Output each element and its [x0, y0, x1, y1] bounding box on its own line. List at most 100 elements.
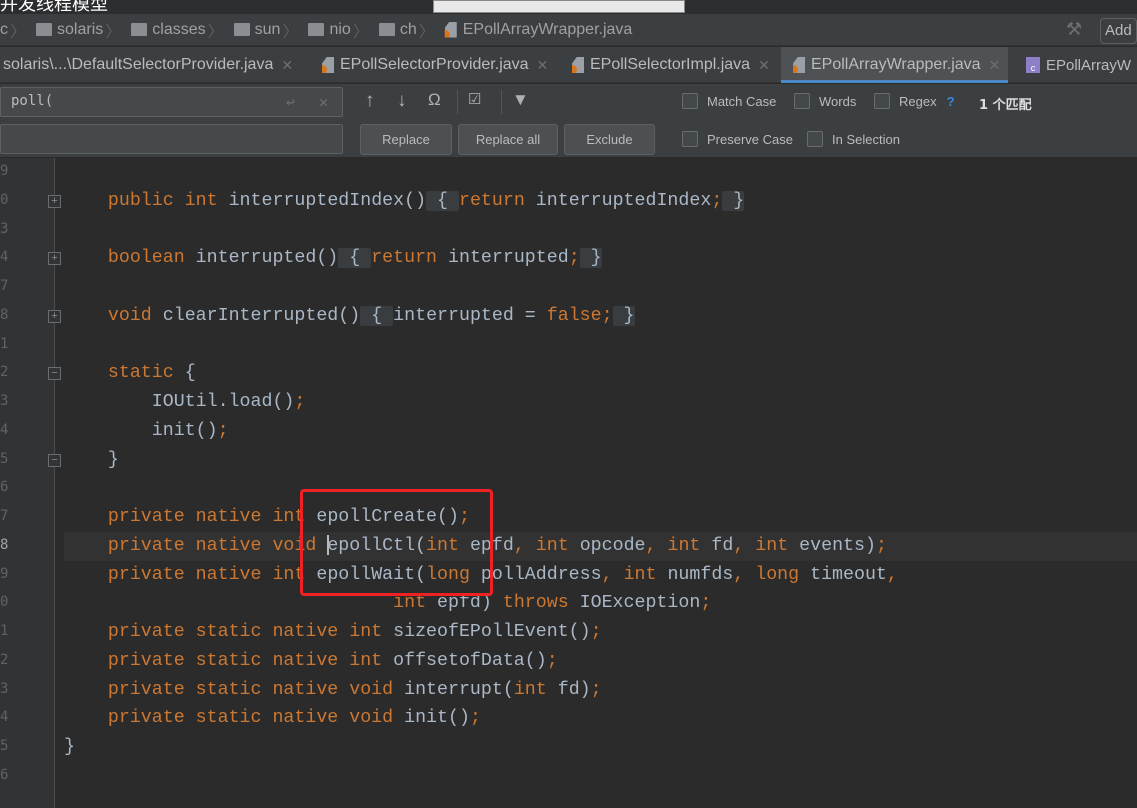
replace-button[interactable]: Replace — [360, 124, 452, 155]
fold-expand-icon[interactable]: + — [48, 309, 61, 323]
code-line[interactable]: init(); — [64, 417, 1137, 446]
exclude-button[interactable]: Exclude — [564, 124, 655, 155]
line-number: 9 — [0, 565, 9, 582]
line-number: 3 — [0, 220, 9, 237]
code-line[interactable]: void clearInterrupted() { interrupted = … — [64, 302, 1137, 331]
line-number: 5 — [0, 738, 9, 754]
overlay-title: 并发线程模型 — [0, 0, 108, 14]
previous-occurrence-icon[interactable]: ↑ — [365, 90, 375, 112]
close-icon[interactable]: ✕ — [281, 57, 293, 74]
fold-expand-icon[interactable]: + — [48, 194, 61, 208]
code-editor[interactable]: 9 0 3 4 7 8 1 2 3 4 5 6 7 8 9 0 1 2 3 4 5 6 public int interr… — [0, 158, 1137, 808]
code-line[interactable] — [64, 331, 1137, 360]
code-token: private native int — [107, 507, 317, 527]
breadcrumb-item[interactable]: c 〉 — [0, 18, 28, 42]
code-token: } — [579, 248, 602, 269]
code-token: ; — [875, 535, 887, 556]
regex-help-icon[interactable]: ? — [947, 94, 955, 109]
code-line[interactable]: private native int epollWait(long pollAd… — [64, 561, 1137, 590]
code-line[interactable]: public int interruptedIndex() { return i… — [64, 187, 1137, 216]
fold-collapse-icon[interactable]: − — [48, 367, 61, 381]
close-icon[interactable]: ✕ — [537, 57, 549, 74]
code-token: boolean — [107, 248, 196, 269]
highlight-box — [300, 489, 493, 596]
search-input[interactable]: poll( ↩ ✕ — [0, 87, 343, 117]
filter-checklist-icon[interactable]: ☑ — [468, 90, 481, 108]
tab-epoll-array-wrapper-class[interactable]: c EPollArrayW — [1026, 47, 1131, 83]
add-configuration-button[interactable]: Add — [1100, 18, 1137, 44]
line-number: 5 — [0, 450, 9, 467]
breadcrumb-item[interactable]: classes 〉 — [127, 18, 225, 42]
code-token: events) — [799, 535, 876, 556]
code-line[interactable] — [64, 762, 1137, 791]
close-icon[interactable]: ✕ — [989, 57, 1001, 74]
code-token: , — [733, 535, 756, 556]
close-icon[interactable]: ✕ — [758, 57, 770, 74]
words-checkbox[interactable]: Words — [794, 93, 856, 109]
in-selection-checkbox[interactable]: In Selection — [807, 131, 900, 147]
code-line[interactable]: private native int epollCreate(); — [64, 503, 1137, 532]
breadcrumb: c 〉 solaris 〉 classes 〉 sun 〉 nio 〉 ch 〉 EPoll… — [0, 14, 1137, 46]
code-token: throws — [502, 593, 580, 614]
breadcrumb-item[interactable]: ch 〉 — [375, 18, 437, 42]
clear-icon[interactable]: ✕ — [319, 93, 328, 111]
code-line[interactable]: IOUtil.load(); — [64, 388, 1137, 417]
code-line[interactable]: private static native int offsetofData()… — [64, 647, 1137, 676]
breadcrumb-item[interactable]: sun 〉 — [230, 18, 301, 42]
code-line[interactable] — [64, 216, 1137, 245]
fold-collapse-icon[interactable]: − — [48, 453, 61, 467]
code-token: clearInterrupted() — [162, 305, 361, 326]
tab-epoll-array-wrapper[interactable]: EPollArrayWrapper.java ✕ — [781, 47, 1009, 83]
code-token: public int — [107, 190, 229, 211]
code-line[interactable]: static { — [64, 359, 1137, 388]
code-line[interactable] — [64, 273, 1137, 302]
code-token: , — [733, 564, 756, 585]
code-token: int — [667, 535, 712, 556]
code-line[interactable]: private static native void interrupt(int… — [64, 676, 1137, 705]
breadcrumb-item[interactable]: solaris 〉 — [32, 18, 123, 42]
code-token: int — [393, 593, 438, 614]
code-token: opcode — [579, 535, 646, 556]
code-line[interactable] — [64, 158, 1137, 187]
code-line[interactable]: } — [64, 733, 1137, 762]
code-token: , — [886, 564, 898, 585]
code-token: IOException — [579, 593, 701, 614]
code-token: int — [535, 535, 580, 556]
build-hammer-icon[interactable]: ⚒ — [1066, 19, 1082, 40]
code-line[interactable]: private native void epollCtl(int epfd, i… — [64, 531, 1137, 561]
line-number: 6 — [0, 479, 9, 496]
tab-default-selector-provider[interactable]: solaris\...\DefaultSelectorProvider.java… — [0, 47, 301, 83]
code-token: { — [338, 248, 372, 269]
code-token: IOUtil.load() — [64, 392, 295, 412]
code-line[interactable]: private static native int sizeofEPollEve… — [64, 618, 1137, 647]
filter-icon[interactable]: ▼ — [512, 90, 529, 110]
code-token: ; — [294, 392, 306, 412]
select-all-occurrences-icon[interactable]: Ω — [428, 90, 441, 110]
next-occurrence-icon[interactable]: ↓ — [397, 90, 407, 112]
code-token: interrupt( — [404, 679, 514, 700]
code-token: numfds — [667, 564, 734, 585]
match-case-checkbox[interactable]: Match Case — [682, 93, 776, 109]
replace-input[interactable] — [0, 124, 343, 154]
tab-epoll-selector-impl[interactable]: EPollSelectorImpl.java ✕ — [560, 47, 778, 83]
code-line[interactable]: int epfd) throws IOException; — [64, 589, 1137, 618]
code-token: ; — [711, 190, 723, 211]
fold-expand-icon[interactable]: + — [48, 252, 61, 266]
regex-checkbox[interactable]: Regex? — [874, 93, 955, 109]
code-line[interactable]: } — [64, 446, 1137, 475]
code-line[interactable] — [64, 474, 1137, 503]
code-token: { — [360, 305, 394, 326]
replace-all-button[interactable]: Replace all — [458, 124, 558, 155]
code-line[interactable]: boolean interrupted() { return interrupt… — [64, 244, 1137, 273]
code-area[interactable]: public int interruptedIndex() { return i… — [64, 158, 1137, 791]
breadcrumb-file[interactable]: EPollArrayWrapper.java — [441, 21, 632, 39]
preserve-case-checkbox[interactable]: Preserve Case — [682, 131, 793, 147]
newline-icon[interactable]: ↩ — [286, 93, 295, 111]
breadcrumb-item[interactable]: nio 〉 — [304, 18, 370, 42]
code-line[interactable]: private static native void init(); — [64, 704, 1137, 733]
tab-epoll-selector-provider[interactable]: EPollSelectorProvider.java ✕ — [310, 47, 556, 83]
code-token: } — [612, 305, 635, 326]
